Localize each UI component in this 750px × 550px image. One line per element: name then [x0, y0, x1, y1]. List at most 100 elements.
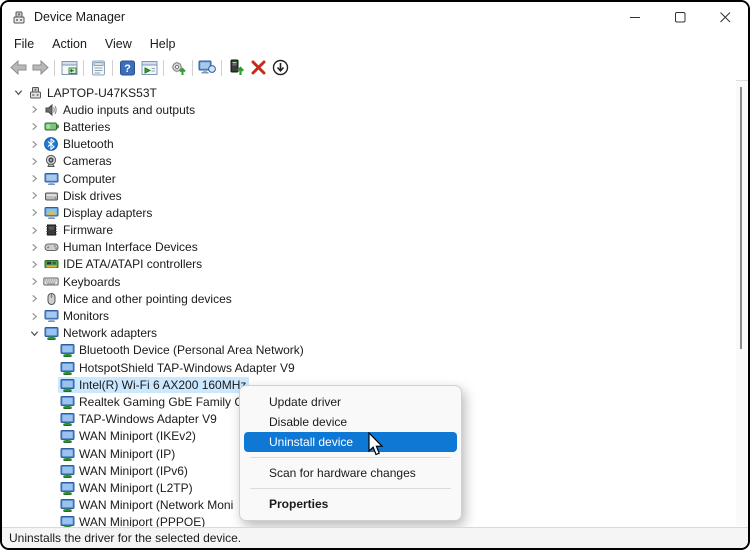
- chevron-collapsed-icon[interactable]: [26, 102, 42, 118]
- chevron-spacer: [42, 377, 58, 393]
- hid-icon: [43, 239, 59, 255]
- network-adapter-icon: [59, 497, 75, 513]
- chevron-spacer: [42, 480, 58, 496]
- tree-item-hotspotshield-tap-windows-adapter-v9[interactable]: HotspotShield TAP-Windows Adapter V9: [2, 359, 736, 376]
- tree-item-label: WAN Miniport (L2TP): [79, 481, 193, 495]
- chevron-spacer: [42, 428, 58, 444]
- toolbar-separator: [192, 60, 193, 76]
- chevron-collapsed-icon[interactable]: [26, 256, 42, 272]
- disable-device-icon[interactable]: [269, 57, 291, 79]
- tree-item-monitors[interactable]: Monitors: [2, 307, 736, 324]
- tree-item-ide-ata-atapi-controllers[interactable]: IDE ATA/ATAPI controllers: [2, 256, 736, 273]
- keyboard-icon: [43, 274, 59, 290]
- maximize-button[interactable]: [658, 2, 703, 32]
- tree-item-cameras[interactable]: Cameras: [2, 153, 736, 170]
- chevron-collapsed-icon[interactable]: [26, 222, 42, 238]
- network-adapter-icon: [59, 463, 75, 479]
- properties-list-icon[interactable]: [87, 57, 109, 79]
- action-pane-icon[interactable]: [138, 57, 160, 79]
- context-menu-item-scan-for-hardware-changes[interactable]: Scan for hardware changes: [244, 463, 457, 483]
- monitor-icon: [43, 308, 59, 324]
- tree-item-laptop-u47ks53t[interactable]: LAPTOP-U47KS53T: [2, 84, 736, 101]
- tree-item-network-adapters[interactable]: Network adapters: [2, 325, 736, 342]
- tree-item-computer[interactable]: Computer: [2, 170, 736, 187]
- chevron-collapsed-icon[interactable]: [26, 205, 42, 221]
- network-adapter-icon: [59, 377, 75, 393]
- tree-item-label: Display adapters: [63, 206, 152, 220]
- context-menu-item-update-driver[interactable]: Update driver: [244, 392, 457, 412]
- context-menu-item-properties[interactable]: Properties: [244, 494, 457, 514]
- forward-arrow-icon[interactable]: [29, 57, 51, 79]
- status-text: Uninstalls the driver for the selected d…: [9, 531, 241, 545]
- network-icon: [43, 325, 59, 341]
- device-manager-app-icon: [11, 9, 27, 25]
- context-menu-separator: [250, 457, 451, 458]
- back-arrow-icon[interactable]: [7, 57, 29, 79]
- chevron-collapsed-icon[interactable]: [26, 153, 42, 169]
- camera-icon: [43, 153, 59, 169]
- tree-item-label: WAN Miniport (IP): [79, 447, 175, 461]
- tree-item-batteries[interactable]: Batteries: [2, 118, 736, 135]
- toolbar-separator: [221, 60, 222, 76]
- chevron-collapsed-icon[interactable]: [26, 291, 42, 307]
- chevron-collapsed-icon[interactable]: [26, 239, 42, 255]
- firmware-icon: [43, 222, 59, 238]
- device-manager-window: Device Manager FileActionViewHelp ? LAPT…: [0, 0, 750, 550]
- tree-item-label: Realtek Gaming GbE Family Co: [79, 395, 250, 409]
- tree-item-disk-drives[interactable]: Disk drives: [2, 187, 736, 204]
- chevron-collapsed-icon[interactable]: [26, 171, 42, 187]
- menubar-item-action[interactable]: Action: [43, 35, 96, 53]
- toolbar-separator: [54, 60, 55, 76]
- tree-item-display-adapters[interactable]: Display adapters: [2, 204, 736, 221]
- tree-item-label: Disk drives: [63, 189, 122, 203]
- tree-item-label: Audio inputs and outputs: [63, 103, 195, 117]
- minimize-button[interactable]: [613, 2, 658, 32]
- tree-item-label: Batteries: [63, 120, 110, 134]
- context-menu-item-disable-device[interactable]: Disable device: [244, 412, 457, 432]
- chevron-expanded-icon[interactable]: [10, 85, 26, 101]
- chevron-collapsed-icon[interactable]: [26, 308, 42, 324]
- toolbar-separator: [83, 60, 84, 76]
- remote-computer-icon[interactable]: [196, 57, 218, 79]
- chevron-spacer: [42, 411, 58, 427]
- chevron-collapsed-icon[interactable]: [26, 136, 42, 152]
- network-adapter-icon: [59, 480, 75, 496]
- chevron-spacer: [42, 463, 58, 479]
- chevron-collapsed-icon[interactable]: [26, 188, 42, 204]
- tree-item-label: WAN Miniport (IPv6): [79, 464, 188, 478]
- tree-item-label: LAPTOP-U47KS53T: [47, 86, 157, 100]
- tree-item-label: Human Interface Devices: [63, 240, 198, 254]
- tree-item-label: IDE ATA/ATAPI controllers: [63, 257, 202, 271]
- menubar-item-view[interactable]: View: [96, 35, 141, 53]
- vertical-scrollbar[interactable]: [736, 81, 747, 526]
- chevron-collapsed-icon[interactable]: [26, 274, 42, 290]
- tree-item-label: Mice and other pointing devices: [63, 292, 232, 306]
- tree-item-human-interface-devices[interactable]: Human Interface Devices: [2, 239, 736, 256]
- update-driver-icon[interactable]: [225, 57, 247, 79]
- context-menu-item-uninstall-device[interactable]: Uninstall device: [244, 432, 457, 452]
- tree-item-audio-inputs-and-outputs[interactable]: Audio inputs and outputs: [2, 101, 736, 118]
- tree-item-firmware[interactable]: Firmware: [2, 222, 736, 239]
- tree-item-mice-and-other-pointing-devices[interactable]: Mice and other pointing devices: [2, 290, 736, 307]
- network-adapter-icon: [59, 394, 75, 410]
- uninstall-device-icon[interactable]: [247, 57, 269, 79]
- context-menu: Update driverDisable deviceUninstall dev…: [239, 385, 462, 521]
- tree-item-keyboards[interactable]: Keyboards: [2, 273, 736, 290]
- chevron-spacer: [42, 342, 58, 358]
- window-title: Device Manager: [34, 10, 125, 24]
- menubar-item-help[interactable]: Help: [141, 35, 185, 53]
- close-button[interactable]: [703, 2, 748, 32]
- help-icon[interactable]: ?: [116, 57, 138, 79]
- menubar-item-file[interactable]: File: [5, 35, 43, 53]
- disk-icon: [43, 188, 59, 204]
- scan-hardware-icon[interactable]: [167, 57, 189, 79]
- show-console-tree-icon[interactable]: [58, 57, 80, 79]
- ide-icon: [43, 256, 59, 272]
- computer-host-icon: [27, 85, 43, 101]
- tree-item-bluetooth[interactable]: Bluetooth: [2, 136, 736, 153]
- scrollbar-thumb[interactable]: [740, 87, 742, 349]
- chevron-collapsed-icon[interactable]: [26, 119, 42, 135]
- tree-item-bluetooth-device-personal-area-network[interactable]: Bluetooth Device (Personal Area Network): [2, 342, 736, 359]
- chevron-spacer: [42, 497, 58, 513]
- chevron-expanded-icon[interactable]: [26, 325, 42, 341]
